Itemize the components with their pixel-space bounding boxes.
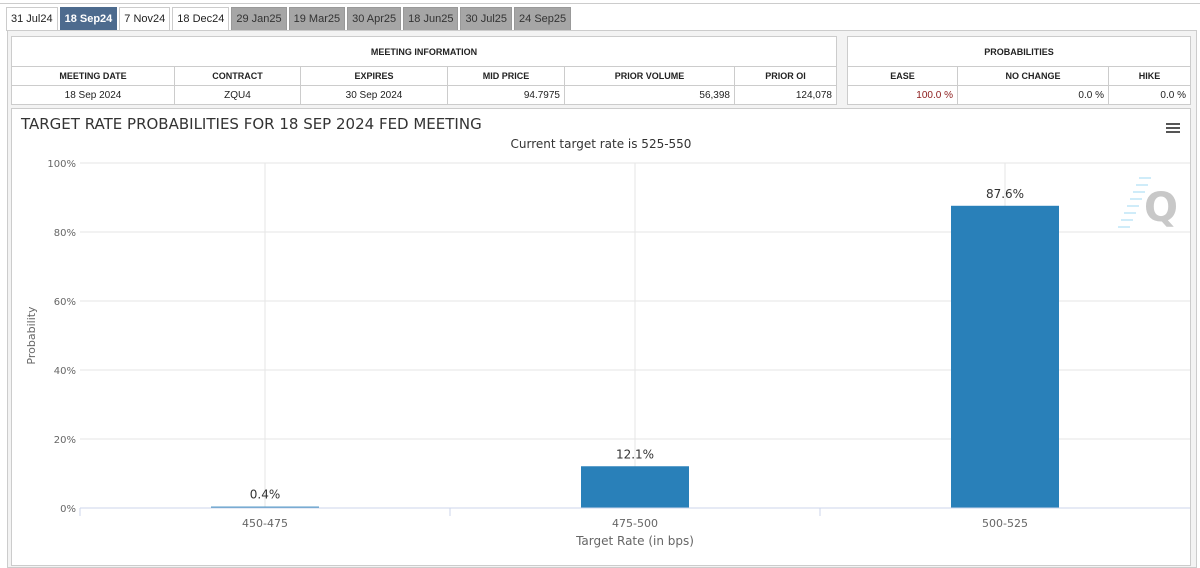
tab-29-jan25[interactable]: 29 Jan25 bbox=[231, 7, 287, 31]
data-label: 12.1% bbox=[616, 447, 654, 461]
col-hike: HIKE bbox=[1108, 66, 1191, 86]
hike-value: 0.0 % bbox=[1108, 85, 1191, 105]
col-prior-oi: PRIOR OI bbox=[734, 66, 837, 86]
tab-30-jul25[interactable]: 30 Jul25 bbox=[460, 7, 513, 31]
prior-volume: 56,398 bbox=[564, 85, 735, 105]
x-axis-title: Target Rate (in bps) bbox=[575, 534, 694, 548]
tab-24-sep25[interactable]: 24 Sep25 bbox=[514, 7, 572, 31]
y-tick-label: 80% bbox=[54, 228, 76, 239]
meeting-date: 18 Sep 2024 bbox=[11, 85, 175, 105]
y-tick-label: 60% bbox=[54, 297, 76, 308]
main-panel: MEETING INFORMATION MEETING DATE CONTRAC… bbox=[7, 30, 1197, 568]
tab-18-sep24[interactable]: 18 Sep24 bbox=[59, 7, 118, 31]
tab-7-nov24[interactable]: 7 Nov24 bbox=[119, 7, 171, 31]
probabilities-title: PROBABILITIES bbox=[847, 36, 1191, 67]
data-label: 87.6% bbox=[986, 187, 1024, 201]
top-divider bbox=[0, 3, 1200, 4]
x-tick-label: 475-500 bbox=[612, 517, 658, 530]
chart-container: TARGET RATE PROBABILITIES FOR 18 SEP 202… bbox=[11, 108, 1191, 566]
col-expires: EXPIRES bbox=[300, 66, 448, 86]
meeting-info-table: MEETING INFORMATION MEETING DATE CONTRAC… bbox=[11, 36, 837, 105]
tab-18-dec24[interactable]: 18 Dec24 bbox=[172, 7, 230, 31]
meeting-tabs: 31 Jul24 18 Sep24 7 Nov24 18 Dec24 29 Jan25 1… bbox=[6, 7, 572, 31]
y-axis-title: Probability bbox=[25, 306, 38, 365]
bar-475-500 bbox=[581, 466, 689, 508]
col-contract: CONTRACT bbox=[174, 66, 301, 86]
col-no-change: NO CHANGE bbox=[957, 66, 1109, 86]
col-ease: EASE bbox=[847, 66, 958, 86]
bar-chart: 0% 20% 40% 60% 80% 100% 450-475 0.4% 475-500 12.1… bbox=[25, 159, 1190, 548]
x-tick-label: 450-475 bbox=[242, 517, 288, 530]
y-tick-label: 100% bbox=[47, 159, 76, 170]
col-meeting-date: MEETING DATE bbox=[11, 66, 175, 86]
col-prior-volume: PRIOR VOLUME bbox=[564, 66, 735, 86]
expires: 30 Sep 2024 bbox=[300, 85, 448, 105]
prior-oi: 124,078 bbox=[734, 85, 837, 105]
tab-18-jun25[interactable]: 18 Jun25 bbox=[403, 7, 459, 31]
tab-30-apr25[interactable]: 30 Apr25 bbox=[347, 7, 402, 31]
ease-value: 100.0 % bbox=[847, 85, 958, 105]
probabilities-table: PROBABILITIES EASE NO CHANGE HIKE 100.0 … bbox=[847, 36, 1191, 105]
mid-price: 94.7975 bbox=[447, 85, 565, 105]
no-change-value: 0.0 % bbox=[957, 85, 1109, 105]
q-logo-icon: Q bbox=[1144, 185, 1178, 231]
y-tick-label: 0% bbox=[60, 504, 76, 515]
bar-500-525 bbox=[951, 205, 1059, 508]
y-tick-label: 20% bbox=[54, 435, 76, 446]
data-label: 0.4% bbox=[250, 488, 281, 502]
x-tick-label: 500-525 bbox=[982, 517, 1028, 530]
tab-19-mar25[interactable]: 19 Mar25 bbox=[288, 7, 346, 31]
tab-31-jul24[interactable]: 31 Jul24 bbox=[6, 7, 58, 31]
y-tick-label: 40% bbox=[54, 366, 76, 377]
contract: ZQU4 bbox=[174, 85, 301, 105]
meeting-info-title: MEETING INFORMATION bbox=[11, 36, 837, 67]
col-mid-price: MID PRICE bbox=[447, 66, 565, 86]
